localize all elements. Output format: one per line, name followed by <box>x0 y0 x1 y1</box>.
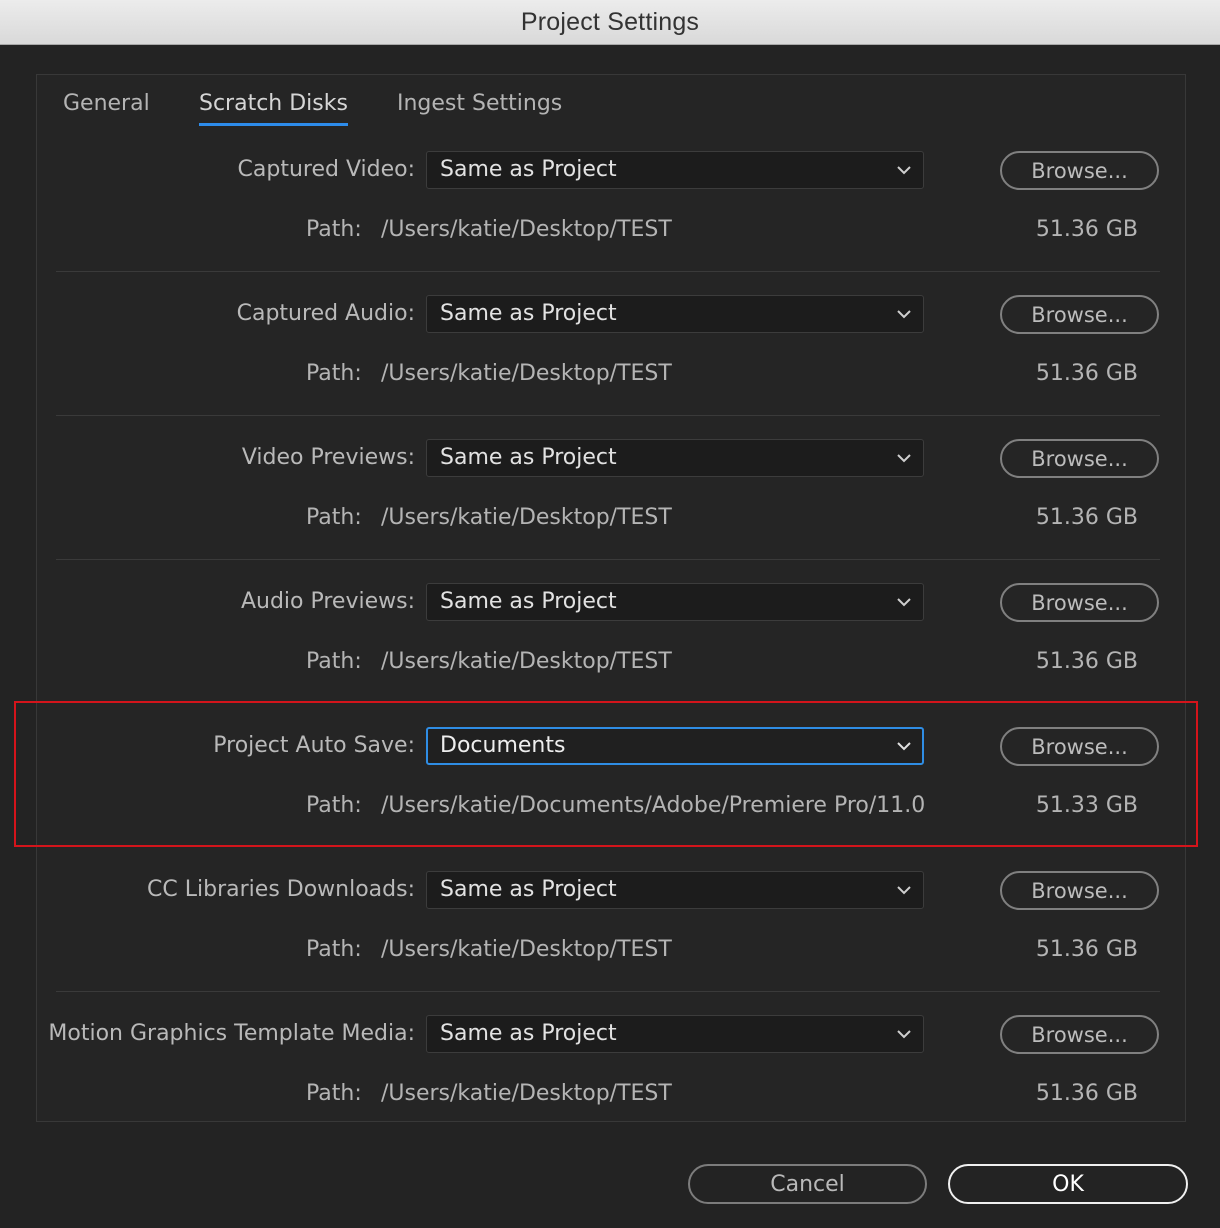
tab-scratch-disks[interactable]: Scratch Disks <box>199 89 348 126</box>
captured-video-label: Captured Video: <box>237 157 415 182</box>
path-label: Path: <box>306 361 362 386</box>
captured-audio-path: /Users/katie/Desktop/TEST <box>381 361 672 386</box>
video-previews-browse-button[interactable]: Browse... <box>1000 439 1159 478</box>
chevron-down-icon <box>897 166 911 175</box>
captured-audio-size: 51.36 GB <box>1035 361 1138 386</box>
chevron-down-icon <box>897 742 911 751</box>
dropdown-value: Same as Project <box>440 589 617 614</box>
audio-previews-dropdown[interactable]: Same as Project <box>426 583 924 621</box>
motion-graphics-template-media-path: /Users/katie/Desktop/TEST <box>381 1081 672 1106</box>
project-settings-dialog: Project Settings General Scratch Disks I… <box>0 0 1220 1228</box>
path-label: Path: <box>306 505 362 530</box>
path-label: Path: <box>306 793 362 818</box>
captured-audio-label: Captured Audio: <box>236 301 415 326</box>
cc-libraries-downloads-label: CC Libraries Downloads: <box>147 877 415 902</box>
captured-video-path: /Users/katie/Desktop/TEST <box>381 217 672 242</box>
project-auto-save-label: Project Auto Save: <box>213 733 415 758</box>
project-auto-save-path: /Users/katie/Documents/Adobe/Premiere Pr… <box>381 793 926 818</box>
chevron-down-icon <box>897 598 911 607</box>
cc-libraries-downloads-path: /Users/katie/Desktop/TEST <box>381 937 672 962</box>
captured-video-size: 51.36 GB <box>1035 217 1138 242</box>
dropdown-value: Same as Project <box>440 1021 617 1046</box>
motion-graphics-template-media-label: Motion Graphics Template Media: <box>48 1021 415 1046</box>
ok-button[interactable]: OK <box>948 1164 1188 1204</box>
project-auto-save-size: 51.33 GB <box>1035 793 1138 818</box>
captured-video-browse-button[interactable]: Browse... <box>1000 151 1159 190</box>
path-label: Path: <box>306 217 362 242</box>
audio-previews-browse-button[interactable]: Browse... <box>1000 583 1159 622</box>
project-auto-save-dropdown[interactable]: Documents <box>426 727 924 765</box>
dropdown-value: Same as Project <box>440 877 617 902</box>
motion-graphics-template-media-size: 51.36 GB <box>1035 1081 1138 1106</box>
path-label: Path: <box>306 1081 362 1106</box>
video-previews-path: /Users/katie/Desktop/TEST <box>381 505 672 530</box>
motion-graphics-template-media-browse-button[interactable]: Browse... <box>1000 1015 1159 1054</box>
captured-video-dropdown[interactable]: Same as Project <box>426 151 924 189</box>
video-previews-label: Video Previews: <box>241 445 415 470</box>
chevron-down-icon <box>897 310 911 319</box>
video-previews-size: 51.36 GB <box>1035 505 1138 530</box>
divider <box>56 415 1160 416</box>
cc-libraries-downloads-browse-button[interactable]: Browse... <box>1000 871 1159 910</box>
divider <box>56 559 1160 560</box>
motion-graphics-template-media-dropdown[interactable]: Same as Project <box>426 1015 924 1053</box>
video-previews-dropdown[interactable]: Same as Project <box>426 439 924 477</box>
window-title: Project Settings <box>520 7 700 36</box>
divider <box>56 991 1160 992</box>
chevron-down-icon <box>897 454 911 463</box>
dropdown-value: Same as Project <box>440 445 617 470</box>
project-auto-save-browse-button[interactable]: Browse... <box>1000 727 1159 766</box>
chevron-down-icon <box>897 1030 911 1039</box>
dropdown-value: Same as Project <box>440 301 617 326</box>
path-label: Path: <box>306 649 362 674</box>
audio-previews-size: 51.36 GB <box>1035 649 1138 674</box>
cc-libraries-downloads-size: 51.36 GB <box>1035 937 1138 962</box>
tab-general[interactable]: General <box>63 89 150 119</box>
chevron-down-icon <box>897 886 911 895</box>
tab-ingest-settings[interactable]: Ingest Settings <box>397 89 562 119</box>
title-bar[interactable]: Project Settings <box>0 0 1220 45</box>
divider <box>56 271 1160 272</box>
captured-audio-dropdown[interactable]: Same as Project <box>426 295 924 333</box>
dropdown-value: Documents <box>440 733 566 758</box>
captured-audio-browse-button[interactable]: Browse... <box>1000 295 1159 334</box>
audio-previews-label: Audio Previews: <box>240 589 415 614</box>
cc-libraries-downloads-dropdown[interactable]: Same as Project <box>426 871 924 909</box>
audio-previews-path: /Users/katie/Desktop/TEST <box>381 649 672 674</box>
path-label: Path: <box>306 937 362 962</box>
cancel-button[interactable]: Cancel <box>688 1164 927 1204</box>
dropdown-value: Same as Project <box>440 157 617 182</box>
